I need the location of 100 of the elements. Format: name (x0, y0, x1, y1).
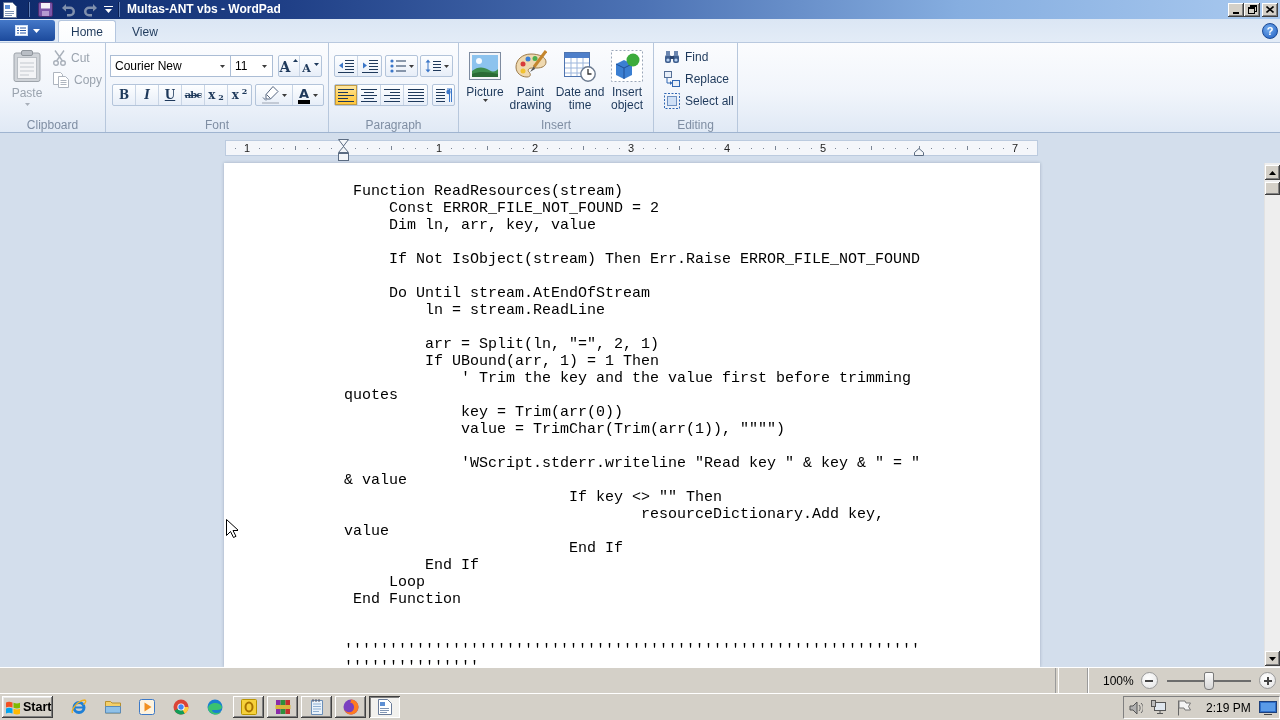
taskbar-button[interactable] (369, 696, 400, 718)
code-line: Dim ln, arr, key, value (389, 217, 597, 234)
scroll-thumb[interactable] (1265, 182, 1280, 195)
binoculars-icon (664, 50, 680, 64)
minimize-icon (1233, 11, 1239, 14)
close-button[interactable] (1262, 2, 1278, 17)
replace-button[interactable]: Replace (662, 68, 732, 90)
restore-icon (1247, 5, 1257, 14)
caret-icon (24, 103, 30, 106)
scroll-down-button[interactable] (1265, 651, 1280, 666)
indent-marker-icon[interactable] (337, 139, 349, 161)
highlighter-icon (261, 86, 279, 104)
code-line: Const ERROR_FILE_NOT_FOUND = 2 (389, 200, 660, 217)
caret-icon (281, 93, 287, 97)
start-button[interactable]: Start (2, 696, 53, 718)
code-line: End If (425, 557, 480, 574)
font-name-dropdown[interactable]: Courier New (110, 55, 231, 77)
code-line: key = Trim(arr(0)) (461, 404, 624, 421)
caret-icon (408, 64, 414, 68)
zoom-out-button[interactable] (1140, 672, 1158, 689)
picture-icon (469, 50, 501, 82)
scroll-up-button[interactable] (1265, 165, 1280, 180)
code-line: value (344, 523, 389, 540)
code-line: & value (344, 472, 407, 489)
up-arrow-icon (293, 59, 299, 62)
underline-button[interactable]: U (159, 85, 182, 105)
code-line: resourceDictionary.Add key, (641, 506, 885, 523)
archive-icon (274, 699, 291, 715)
group-label: Clipboard (26, 118, 79, 132)
select-all-button[interactable]: Select all (662, 90, 736, 112)
code-line: If UBound(arr, 1) = 1 Then (425, 353, 660, 370)
group-label: Paragraph (365, 118, 422, 132)
play-icon[interactable] (139, 699, 155, 715)
document-icon (3, 1, 17, 18)
browser-icon (342, 699, 359, 715)
network-icon[interactable] (1151, 699, 1167, 716)
date-time-button[interactable]: Date and time (554, 46, 606, 116)
zoom-in-button[interactable] (1259, 672, 1276, 689)
italic-button[interactable]: I (136, 85, 159, 105)
speaker-icon[interactable] (1129, 700, 1143, 715)
find-button[interactable]: Find (662, 46, 711, 68)
picture-button[interactable]: Picture (463, 46, 507, 116)
caret-icon[interactable] (104, 5, 113, 14)
notepad-icon (308, 699, 325, 715)
restore-button[interactable] (1244, 2, 1260, 17)
align-right-icon (384, 87, 400, 103)
decrease-indent-button[interactable] (335, 56, 358, 76)
shrink-font-button[interactable]: A (300, 56, 321, 76)
taskbar-button[interactable] (335, 696, 366, 718)
group-label: Editing (677, 118, 714, 132)
browser-icon[interactable] (71, 699, 87, 715)
browser-icon[interactable] (173, 699, 189, 715)
paint-drawing-button[interactable]: Paint drawing (508, 46, 553, 116)
group-label: Insert (541, 118, 571, 132)
paragraph-button[interactable] (432, 84, 455, 106)
margin-marker-icon[interactable] (914, 148, 924, 156)
select-all-icon (664, 93, 680, 109)
up-arrow-icon (1269, 170, 1276, 175)
taskbar-button[interactable] (267, 696, 298, 718)
browser-icon[interactable] (207, 699, 223, 715)
app-menu-button[interactable] (0, 20, 55, 41)
ribbon-tab[interactable]: Home (58, 20, 116, 42)
caret-icon (33, 28, 40, 33)
minimize-button[interactable] (1228, 2, 1244, 17)
code-line: quotes (344, 387, 398, 404)
insert-object-button[interactable]: Insert object (606, 46, 648, 116)
undo-icon[interactable] (61, 2, 76, 17)
bold-button[interactable]: B (113, 85, 136, 105)
slider-thumb[interactable] (1203, 671, 1214, 690)
bullets-button[interactable] (385, 55, 418, 77)
line-spacing-button[interactable] (420, 55, 453, 77)
shapes-icon (611, 50, 643, 82)
taskbar-button[interactable] (301, 696, 332, 718)
flag-icon[interactable] (1177, 699, 1191, 716)
zoom-level: 100% (1103, 672, 1134, 690)
ribbon-tab[interactable]: View (119, 20, 171, 42)
align-justify-icon (407, 87, 424, 103)
bullet-list-icon (389, 59, 406, 73)
line-spacing-icon (424, 59, 441, 73)
align-left-button[interactable] (335, 85, 358, 105)
caret-icon (443, 64, 449, 68)
taskbar-button[interactable] (233, 696, 264, 718)
superscript-button[interactable]: x$^{2}$ (228, 85, 251, 105)
down-arrow-icon (313, 63, 319, 66)
align-center-button[interactable] (358, 85, 381, 105)
replace-icon (664, 71, 680, 87)
down-arrow-icon (1269, 656, 1276, 661)
subscript-button[interactable]: x$_{2}$ (205, 85, 228, 105)
desktop-icon[interactable] (1259, 700, 1277, 715)
code-line: If Not IsObject(stream) Then Err.Raise ERROR_FILE_NOT_FOUND (389, 251, 921, 268)
font-size-dropdown[interactable]: 11 (231, 55, 273, 77)
code-line: value = TrimChar(Trim(arr(1)), """") (461, 421, 786, 438)
redo-icon[interactable] (83, 2, 98, 17)
paragraph-icon (435, 87, 452, 103)
grow-font-button[interactable]: A (279, 56, 300, 76)
save-icon[interactable] (38, 2, 53, 17)
indent-icon (361, 59, 378, 73)
align-right-button[interactable] (381, 85, 404, 105)
strikethrough-button[interactable]: abc (182, 85, 205, 105)
font-color-button[interactable]: A (293, 85, 323, 105)
